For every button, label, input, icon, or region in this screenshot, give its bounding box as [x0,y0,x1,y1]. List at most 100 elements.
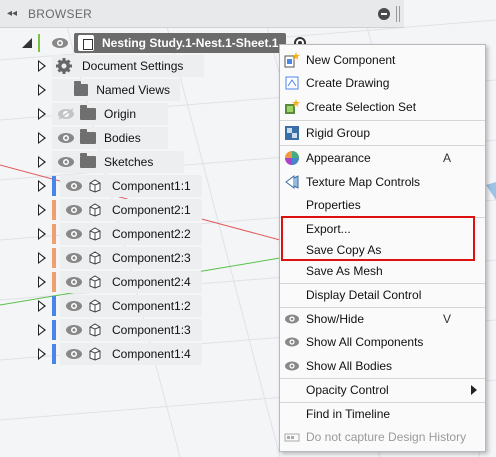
menu-item-show-hide[interactable]: Show/Hide V [280,308,485,330]
tree-item-label: Component1:1 [112,179,191,193]
browser-header: ◂◂ BROWSER [0,0,404,28]
eye-icon [285,337,299,347]
expand-arrow-icon[interactable] [38,324,46,336]
tree-item-label: Bodies [104,131,141,145]
eye-icon[interactable] [65,348,83,360]
tree-item-component[interactable]: Component1:3 [38,319,202,341]
shortcut-label: V [442,312,451,326]
component-color-bar [52,272,56,292]
appearance-icon [285,151,299,165]
eye-icon[interactable] [65,324,83,336]
menu-item-properties[interactable]: Properties [280,194,485,216]
tree-item-label: Component2:3 [112,251,191,265]
tree-item-component[interactable]: Component1:1 [38,175,202,197]
tree-item-document-settings[interactable]: Document Settings [38,55,204,77]
eye-icon[interactable] [57,156,75,168]
expand-arrow-icon[interactable] [38,84,46,96]
tree-item-component[interactable]: Component2:2 [38,223,202,245]
menu-item-label: Properties [306,198,361,212]
tree-item-label: Origin [104,107,137,121]
eye-hidden-icon[interactable] [57,108,75,120]
browser-title: BROWSER [28,6,93,21]
menu-item-find-in-timeline[interactable]: Find in Timeline [280,403,485,425]
menu-item-label: Create Drawing [306,76,390,90]
tree-item-label: Document Settings [82,59,184,73]
expand-arrow-icon[interactable] [38,300,46,312]
menu-item-opacity-control[interactable]: Opacity Control [280,379,485,401]
menu-item-rigid-group[interactable]: Rigid Group [280,122,485,144]
tree-item-component[interactable]: Component2:1 [38,199,202,221]
expand-arrow-icon[interactable] [38,156,46,168]
menu-item-label: Show All Components [306,335,424,349]
tree-item-label: Component2:2 [112,227,191,241]
expand-arrow-icon[interactable] [38,348,46,360]
menu-item-appearance[interactable]: Appearance A [280,147,485,169]
tree-item-label: Component2:1 [112,203,191,217]
eye-icon[interactable] [51,37,69,49]
menu-separator [280,145,485,146]
expand-arrow-icon[interactable] [38,132,46,144]
eye-icon[interactable] [65,180,83,192]
menu-item-show-all-components[interactable]: Show All Components [280,331,485,353]
menu-item-label: Opacity Control [306,383,389,397]
component-cube-icon [89,275,101,289]
menu-item-label: Show/Hide [306,312,365,326]
eye-icon[interactable] [65,228,83,240]
component-color-bar [52,320,56,340]
expand-arrow-icon[interactable] [38,204,46,216]
menu-item-show-all-bodies[interactable]: Show All Bodies [280,355,485,377]
menu-item-save-as-mesh[interactable]: Save As Mesh [280,260,485,282]
root-label-pill[interactable]: Nesting Study.1-Nest.1-Sheet.1 [74,33,287,53]
expand-arrow-icon[interactable] [38,276,46,288]
tree-item-bodies[interactable]: Bodies [38,127,168,149]
eye-icon [285,314,299,324]
expand-arrow-icon[interactable] [38,252,46,264]
menu-item-label: Save As Mesh [306,264,383,278]
highlight-box [281,216,475,261]
timeline-icon [284,433,300,442]
menu-item-display-detail-control[interactable]: Display Detail Control [280,284,485,306]
component-cube-icon [89,299,101,313]
expand-arrow-icon[interactable] [38,108,46,120]
tree-item-component[interactable]: Component2:4 [38,271,202,293]
panel-grip-icon[interactable] [396,5,400,22]
tree-item-label: Component1:2 [112,299,191,313]
component-color-bar [52,224,56,244]
expand-down-icon[interactable] [20,36,34,50]
root-node[interactable]: Nesting Study.1-Nest.1-Sheet.1 [20,32,307,54]
minimize-icon[interactable] [378,7,390,20]
expand-arrow-icon[interactable] [38,60,46,72]
folder-icon [73,81,89,96]
component-cube-icon [89,203,101,217]
eye-icon[interactable] [65,252,83,264]
menu-item-create-selection-set[interactable]: Create Selection Set [280,96,485,118]
eye-icon[interactable] [65,276,83,288]
drawing-icon [285,76,299,90]
tree-item-sketches[interactable]: Sketches [38,151,184,173]
tree-item-component[interactable]: Component1:2 [38,295,202,317]
eye-icon[interactable] [65,204,83,216]
tree-item-origin[interactable]: Origin [38,103,168,125]
tree-item-named-views[interactable]: Named Views [38,79,180,101]
menu-item-new-component[interactable]: New Component [280,49,485,71]
component-color-bar [52,248,56,268]
collapse-browser-button[interactable]: ◂◂ [0,8,24,19]
tree-item-label: Named Views [96,83,170,97]
expand-arrow-icon[interactable] [38,228,46,240]
component-color-bar [52,176,56,196]
gear-icon [56,58,72,74]
shortcut-label: A [442,151,451,165]
root-title: Nesting Study.1-Nest.1-Sheet.1 [102,36,279,50]
expand-arrow-icon[interactable] [38,180,46,192]
eye-icon[interactable] [65,300,83,312]
folder-icon [80,129,96,144]
tree-item-component[interactable]: Component2:3 [38,247,202,269]
menu-item-label: Do not capture Design History [306,430,467,444]
menu-item-texture-map-controls[interactable]: Texture Map Controls [280,171,485,193]
tree-item-component[interactable]: Component1:4 [38,343,202,365]
tree-item-label: Component2:4 [112,275,191,289]
menu-item-create-drawing[interactable]: Create Drawing [280,72,485,94]
eye-icon[interactable] [57,132,75,144]
menu-separator [280,120,485,121]
document-icon [78,35,94,51]
